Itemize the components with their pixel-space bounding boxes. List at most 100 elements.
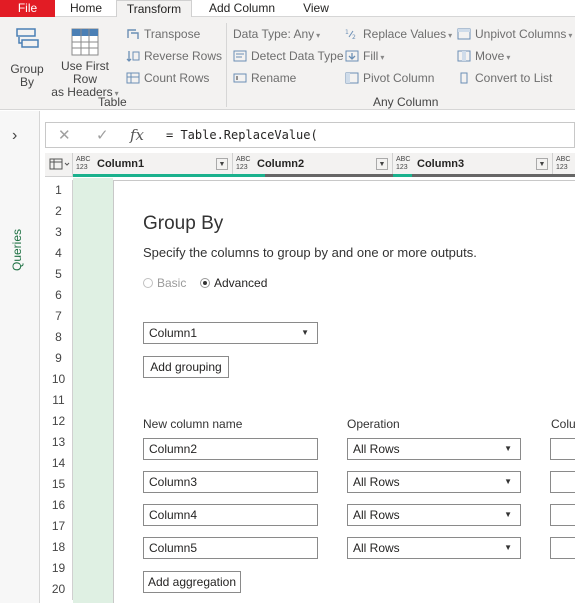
fill-down-icon [345, 50, 359, 62]
dialog-title: Group By [143, 213, 224, 234]
row-number[interactable]: 14 [45, 453, 73, 474]
tab-add-column[interactable]: Add Column [200, 0, 284, 17]
convert-to-list-button[interactable]: Convert to List [457, 69, 552, 87]
advanced-radio[interactable]: Advanced [200, 276, 267, 290]
tab-home[interactable]: Home [58, 0, 114, 17]
row-number[interactable]: 3 [45, 222, 73, 243]
column-header[interactable]: ABC 123 Column2 ▼ [233, 153, 393, 177]
operation-select[interactable]: All Rows ▼ [347, 438, 521, 460]
transpose-icon [127, 29, 139, 39]
rename-icon [233, 73, 247, 83]
confirm-icon[interactable]: ✓ [96, 126, 109, 144]
column-filter-dropdown-icon[interactable]: ▼ [376, 158, 388, 170]
chevron-down-icon: ▼ [504, 444, 512, 453]
group-by-label: Group By [10, 62, 44, 89]
pivot-column-button[interactable]: Pivot Column [345, 69, 434, 87]
formula-text[interactable]: = Table.ReplaceValue( [166, 128, 318, 142]
chevron-down-icon: ▼ [504, 510, 512, 519]
row-number[interactable]: 7 [45, 306, 73, 327]
row-number[interactable]: 19 [45, 558, 73, 579]
aggregation-column-select[interactable] [550, 471, 575, 493]
column-header[interactable]: ABC 123 Column3 ▼ [393, 153, 553, 177]
new-column-name-input[interactable]: Column3 [143, 471, 318, 493]
add-grouping-button[interactable]: Add grouping [143, 356, 229, 378]
formula-bar: ✕ ✓ fx = Table.ReplaceValue( [45, 122, 575, 148]
operation-select[interactable]: All Rows ▼ [347, 471, 521, 493]
row-number[interactable]: 10 [45, 369, 73, 390]
tab-view[interactable]: View [293, 0, 339, 17]
column-quality-bar [393, 174, 553, 177]
column-type-icon: ABC 123 [556, 156, 571, 171]
ribbon-tabs: File Home Transform Add Column View [0, 0, 575, 18]
aggregation-column-select[interactable] [550, 504, 575, 526]
column-type-icon: ABC 123 [396, 156, 411, 171]
count-rows-icon [126, 72, 140, 84]
operation-select[interactable]: All Rows ▼ [347, 537, 521, 559]
row-number[interactable]: 12 [45, 411, 73, 432]
reverse-rows-icon [126, 51, 140, 62]
column-header[interactable]: ABC 123 [553, 153, 575, 177]
aggregation-column-select[interactable] [550, 438, 575, 460]
row-number[interactable]: 17 [45, 516, 73, 537]
row-number[interactable]: 6 [45, 285, 73, 306]
row-number[interactable]: 8 [45, 327, 73, 348]
column-name: Column2 [257, 158, 305, 170]
chevron-down-icon: ▼ [504, 477, 512, 486]
row-number[interactable]: 18 [45, 537, 73, 558]
move-icon [457, 50, 471, 62]
row-number[interactable]: 4 [45, 243, 73, 264]
detect-data-type-button[interactable]: Detect Data Type [233, 47, 344, 65]
new-column-name-input[interactable]: Column2 [143, 438, 318, 460]
column-quality-bar [553, 174, 575, 177]
column-header[interactable]: ABC 123 Column1 ▼ [73, 153, 233, 177]
selected-column-highlight [73, 178, 113, 603]
row-number[interactable]: 20 [45, 579, 73, 600]
cancel-icon[interactable]: ✕ [58, 126, 71, 144]
column-name: Column1 [97, 158, 145, 170]
expand-chevron-icon[interactable]: › [12, 127, 17, 145]
column-filter-dropdown-icon[interactable]: ▼ [536, 158, 548, 170]
rename-button[interactable]: Rename [233, 69, 296, 87]
dialog-description: Specify the columns to group by and one … [143, 245, 477, 260]
new-column-name-header: New column name [143, 417, 243, 431]
unpivot-columns-button[interactable]: Unpivot Columns ▾ [457, 25, 572, 43]
new-column-name-input[interactable]: Column5 [143, 537, 318, 559]
fill-button[interactable]: Fill ▾ [345, 47, 384, 65]
use-first-row-button[interactable]: Use First Row as Headers ▾ [48, 27, 122, 100]
add-aggregation-button[interactable]: Add aggregation [143, 571, 241, 593]
column-quality-bar [73, 174, 233, 177]
row-number[interactable]: 13 [45, 432, 73, 453]
column-filter-dropdown-icon[interactable]: ▼ [216, 158, 228, 170]
fx-icon[interactable]: fx [130, 126, 144, 144]
column-name: Column3 [417, 158, 465, 170]
column-type-icon: ABC 123 [76, 156, 91, 171]
table-menu-icon[interactable] [45, 153, 73, 177]
row-number[interactable]: 15 [45, 474, 73, 495]
transpose-button[interactable]: Transpose [126, 25, 200, 43]
group-by-dialog: Group By Specify the columns to group by… [113, 180, 575, 603]
basic-radio[interactable]: Basic [143, 276, 186, 290]
move-button[interactable]: Move ▾ [457, 47, 510, 65]
replace-values-button[interactable]: 1 2 Replace Values ▾ [345, 25, 452, 43]
row-number[interactable]: 2 [45, 201, 73, 222]
tab-transform[interactable]: Transform [116, 0, 192, 18]
row-number[interactable]: 16 [45, 495, 73, 516]
row-number[interactable]: 1 [45, 180, 73, 201]
pivot-icon [345, 72, 359, 84]
queries-label[interactable]: Queries [10, 229, 24, 271]
column-type-icon: ABC 123 [236, 156, 251, 171]
svg-text:2: 2 [352, 34, 356, 40]
aggregation-column-select[interactable] [550, 537, 575, 559]
column-quality-bar [233, 174, 393, 177]
row-number[interactable]: 9 [45, 348, 73, 369]
tab-file[interactable]: File [0, 0, 55, 17]
reverse-rows-button[interactable]: Reverse Rows [126, 47, 222, 65]
data-type-dropdown[interactable]: Data Type: Any ▾ [233, 25, 320, 43]
group-by-button[interactable]: Group By [8, 27, 46, 89]
row-number[interactable]: 11 [45, 390, 73, 411]
operation-select[interactable]: All Rows ▼ [347, 504, 521, 526]
row-number[interactable]: 5 [45, 264, 73, 285]
new-column-name-input[interactable]: Column4 [143, 504, 318, 526]
count-rows-button[interactable]: Count Rows [126, 69, 209, 87]
grouping-column-select[interactable]: Column1 ▼ [143, 322, 318, 344]
